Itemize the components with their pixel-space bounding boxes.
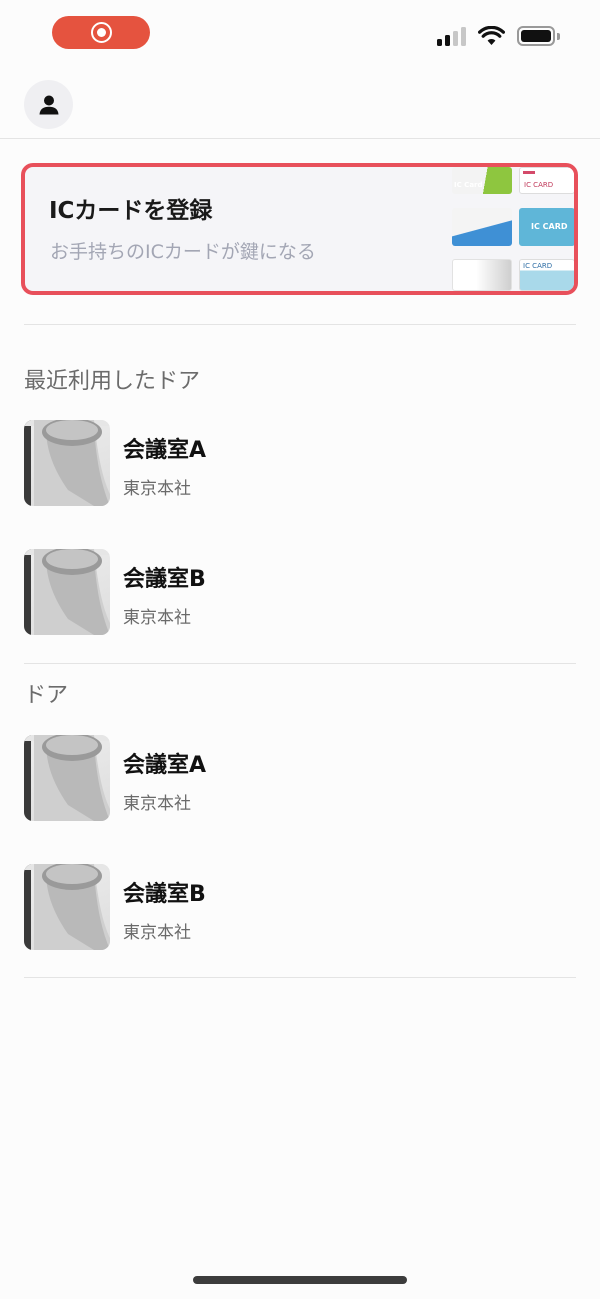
door-lock-image	[24, 735, 110, 821]
battery-icon	[517, 26, 560, 46]
divider	[24, 977, 576, 978]
home-indicator[interactable]	[193, 1276, 407, 1284]
door-location: 東京本社	[123, 479, 191, 499]
header	[0, 64, 600, 139]
door-list-item[interactable]: 会議室A 東京本社	[24, 420, 576, 510]
door-list-item[interactable]: 会議室B 東京本社	[24, 549, 576, 639]
door-name: 会議室B	[123, 567, 206, 592]
screen-recording-indicator[interactable]	[52, 16, 150, 49]
status-icons	[437, 26, 560, 46]
ic-card-image: IC CARD	[519, 208, 574, 246]
section-title-doors: ドア	[24, 683, 69, 708]
door-lock-image	[24, 420, 110, 506]
status-bar	[0, 0, 600, 64]
cellular-signal-icon	[437, 26, 466, 46]
register-ic-card-banner[interactable]: ICカードを登録 お手持ちのICカードが鍵になる IC Card IC CARD…	[21, 163, 578, 295]
ic-card-image: IC CARD	[519, 259, 574, 291]
door-name: 会議室A	[123, 438, 207, 463]
door-location: 東京本社	[123, 794, 191, 814]
door-list-item[interactable]: 会議室A 東京本社	[24, 735, 576, 825]
ic-card-image	[452, 259, 512, 291]
door-lock-image	[24, 864, 110, 950]
ic-card-illustration: IC Card IC CARD IC CARD IC CARD	[452, 167, 574, 291]
ic-card-image: IC CARD	[519, 167, 574, 194]
ic-card-title: ICカードを登録	[49, 198, 213, 224]
person-icon	[39, 95, 58, 114]
record-icon	[90, 22, 112, 43]
divider	[24, 663, 576, 664]
profile-button[interactable]	[24, 80, 73, 129]
door-lock-image	[24, 549, 110, 635]
door-name: 会議室A	[123, 753, 207, 778]
door-location: 東京本社	[123, 608, 191, 628]
divider	[24, 324, 576, 325]
section-title-recent-doors: 最近利用したドア	[24, 369, 201, 394]
ic-card-subtitle: お手持ちのICカードが鍵になる	[50, 241, 316, 263]
door-name: 会議室B	[123, 882, 206, 907]
door-list-item[interactable]: 会議室B 東京本社	[24, 864, 576, 954]
wifi-icon	[478, 26, 505, 45]
ic-card-image: IC Card	[452, 167, 512, 194]
ic-card-image	[452, 208, 512, 246]
door-location: 東京本社	[123, 923, 191, 943]
